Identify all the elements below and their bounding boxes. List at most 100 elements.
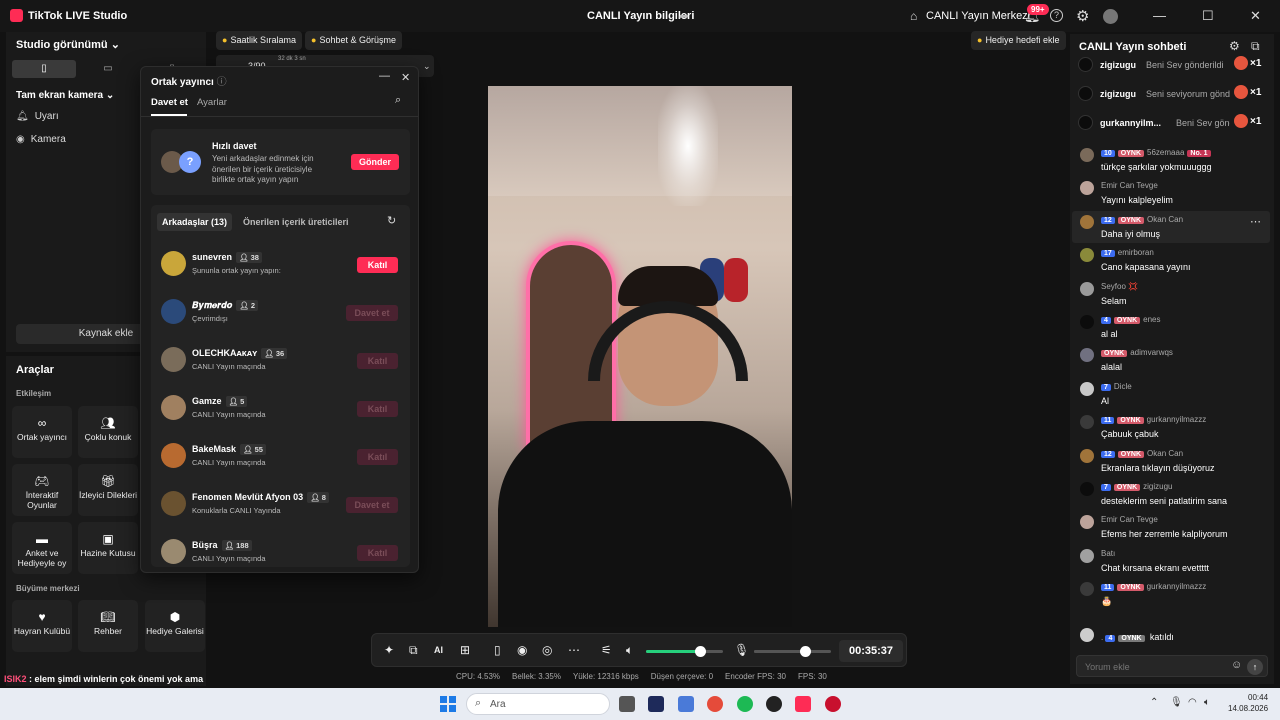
close-icon[interactable]: ✕ <box>1250 8 1261 24</box>
home-icon[interactable]: ⌂ <box>910 9 917 23</box>
chat-username[interactable]: Okan Can <box>1147 215 1183 224</box>
chat-username[interactable]: Seyfoo 💢 <box>1101 282 1138 291</box>
speaker-icon[interactable]: 🔈︎ <box>626 643 633 658</box>
tab-settings[interactable]: Ayarlar <box>197 97 227 108</box>
minimize-icon[interactable]: — <box>379 70 390 82</box>
gear-icon[interactable]: ⚙ <box>1076 7 1089 25</box>
chat-username[interactable]: Batı <box>1101 549 1115 558</box>
effects-icon[interactable]: ⧉ <box>409 643 418 658</box>
popout-icon[interactable]: ⧉ <box>1251 39 1260 54</box>
source-camera[interactable]: ◉ Kamera <box>16 134 66 145</box>
minimize-icon[interactable]: — <box>1153 8 1166 23</box>
chevron-down-icon[interactable]: ⌄ <box>423 61 431 72</box>
search-icon[interactable]: ⌕ <box>395 94 401 107</box>
friend-action-button[interactable]: Katıl <box>357 257 398 273</box>
source-alert[interactable]: 🔔︎ Uyarı <box>16 111 59 122</box>
chrome-icon[interactable] <box>707 696 723 712</box>
chat-username[interactable]: 56zemaaa <box>1147 148 1184 157</box>
tool-treasure-box[interactable]: ▣ Hazine Kutusu <box>78 522 138 574</box>
chat-username[interactable]: Okan Can <box>1147 449 1183 458</box>
chat-username[interactable]: Dicle <box>1114 382 1132 391</box>
chat-message[interactable]: 17 emirboran Cano kapasana yayını <box>1072 244 1270 276</box>
close-icon[interactable]: ✕ <box>401 71 410 84</box>
chat-username[interactable]: enes <box>1143 315 1160 324</box>
spotify-icon[interactable] <box>737 696 753 712</box>
friend-action-button[interactable]: Katıl <box>357 449 398 465</box>
tool-multi-guest[interactable]: 👥︎ Çoklu konuk <box>78 406 138 458</box>
chat-message[interactable]: Batı Chat kırsana ekranı evettttt <box>1072 545 1270 577</box>
tool-viewer-wishes[interactable]: 🎁︎ İzleyici Dilekleri <box>78 464 138 516</box>
gift-goal-pill[interactable]: ● Hediye hedefi ekle <box>971 31 1066 50</box>
camera-toggle-icon[interactable]: ◎ <box>542 643 552 657</box>
chat-message[interactable]: 12 OYNK Okan Can Daha iyi olmuş ⋯ <box>1072 210 1270 243</box>
refresh-icon[interactable]: ↻ <box>387 214 396 227</box>
tab-invite[interactable]: Davet et <box>151 97 188 108</box>
chat-message[interactable]: OYNK adimvarwqs alalal <box>1072 344 1270 376</box>
tiktok-icon[interactable] <box>795 696 811 712</box>
chat-username[interactable]: adimvarwqs <box>1130 348 1173 357</box>
friend-action-button[interactable]: Katıl <box>357 401 398 417</box>
phone-icon[interactable]: ▯ <box>494 643 501 657</box>
windows-start-icon[interactable] <box>440 696 456 712</box>
mic-slider[interactable] <box>754 646 831 657</box>
task-view-icon[interactable] <box>619 696 635 712</box>
volume-slider[interactable] <box>646 646 723 657</box>
avatar[interactable] <box>1103 9 1118 24</box>
add-icon[interactable]: ⊞ <box>460 643 470 657</box>
help-icon[interactable]: ? <box>1050 9 1063 22</box>
friend-action-button[interactable]: Davet et <box>346 305 398 321</box>
app-icon[interactable] <box>766 696 782 712</box>
tool-gift-gallery[interactable]: ⬢ Hediye Galerisi <box>145 600 205 652</box>
chat-message[interactable]: 10 OYNK 56zemaaa No. 1 türkçe şarkılar yokmu… <box>1072 144 1270 176</box>
portrait-icon[interactable]: ▯ <box>12 60 76 78</box>
tool-co-host[interactable]: ∞ Ortak yayıncı <box>12 406 72 458</box>
mic-icon[interactable]: 🎙︎ <box>734 643 749 657</box>
send-icon[interactable]: ↑ <box>1247 659 1263 675</box>
chat-username[interactable]: Emir Can Tevge <box>1101 515 1158 524</box>
studio-view-title[interactable]: Studio görünümü ⌄ <box>16 38 120 51</box>
magic-icon[interactable]: ✦ <box>384 643 394 657</box>
chevron-up-icon[interactable]: ⌃ <box>1150 697 1158 708</box>
more-icon[interactable]: ⋯ <box>1250 215 1261 228</box>
camera-mode-dropdown[interactable]: Tam ekran kamera ⌄ <box>16 90 114 101</box>
wifi-icon[interactable]: ◠ <box>1188 697 1197 708</box>
chat-message[interactable]: 11 OYNK gurkannyilmazzz 🎂 <box>1072 578 1270 610</box>
emoji-icon[interactable]: ☺ <box>1231 659 1242 671</box>
tool-fan-club[interactable]: ♥ Hayran Kulübü <box>12 600 72 652</box>
chat-username[interactable]: zigizugu <box>1143 482 1172 491</box>
clock[interactable]: 00:44 14.08.2026 <box>1228 692 1268 714</box>
chat-message[interactable]: 7 OYNK zigizugu desteklerim seni patlatirim… <box>1072 478 1270 510</box>
chat-message[interactable]: 4 OYNK enes al al <box>1072 311 1270 343</box>
chat-message[interactable]: 11 OYNK gurkannyilmazzz Çabuuk çabuk <box>1072 411 1270 443</box>
tool-games[interactable]: 🎮︎ İnteraktif Oyunlar <box>12 464 72 516</box>
tool-guide[interactable]: 📖︎ Rehber <box>78 600 138 652</box>
info-icon[interactable]: ⓘ <box>217 77 227 88</box>
chat-message[interactable]: Emir Can Tevge Efems her zerremle kalpliy… <box>1072 511 1270 543</box>
more-icon[interactable]: ⋯ <box>568 643 580 657</box>
chat-message[interactable]: 12 OYNK Okan Can Ekranlara tıklayın düşüyor… <box>1072 445 1270 477</box>
record-icon[interactable]: ◉ <box>517 643 527 657</box>
chat-username[interactable]: emirboran <box>1118 248 1154 257</box>
send-button[interactable]: Gönder <box>351 154 399 170</box>
hourly-ranking-pill[interactable]: ● Saatlik Sıralama <box>216 31 302 50</box>
app-icon[interactable] <box>825 696 841 712</box>
gear-icon[interactable]: ⚙ <box>1229 39 1240 53</box>
live-center-link[interactable]: CANLI Yayın Merkezi <box>926 10 1030 22</box>
chat-username[interactable]: gurkannyilmazzz <box>1147 582 1207 591</box>
comment-input[interactable] <box>1085 660 1225 674</box>
taskbar-search[interactable]: ⌕ Ara <box>466 693 610 715</box>
tab-friends[interactable]: Arkadaşlar (13) <box>157 213 233 231</box>
chat-username[interactable]: gurkannyilmazzz <box>1147 415 1207 424</box>
share-icon[interactable]: ➦ <box>679 9 689 23</box>
tool-poll[interactable]: ▬ Anket ve Hediyeyle oy <box>12 522 72 574</box>
friend-action-button[interactable]: Katıl <box>357 545 398 561</box>
chat-username[interactable]: Emir Can Tevge <box>1101 181 1158 190</box>
speaker-icon[interactable]: 🔈︎ <box>1204 697 1210 708</box>
settings-icon[interactable]: ⚟ <box>601 643 612 657</box>
chat-message[interactable]: 7 Dicle Al <box>1072 378 1270 410</box>
maximize-icon[interactable]: ☐ <box>1202 8 1214 24</box>
mic-icon[interactable]: 🎙︎ <box>1170 697 1183 708</box>
chat-message[interactable]: Emir Can Tevge Yayını kalpleyelim <box>1072 177 1270 209</box>
tab-suggested[interactable]: Önerilen içerik üreticileri <box>243 217 349 227</box>
friend-action-button[interactable]: Davet et <box>346 497 398 513</box>
